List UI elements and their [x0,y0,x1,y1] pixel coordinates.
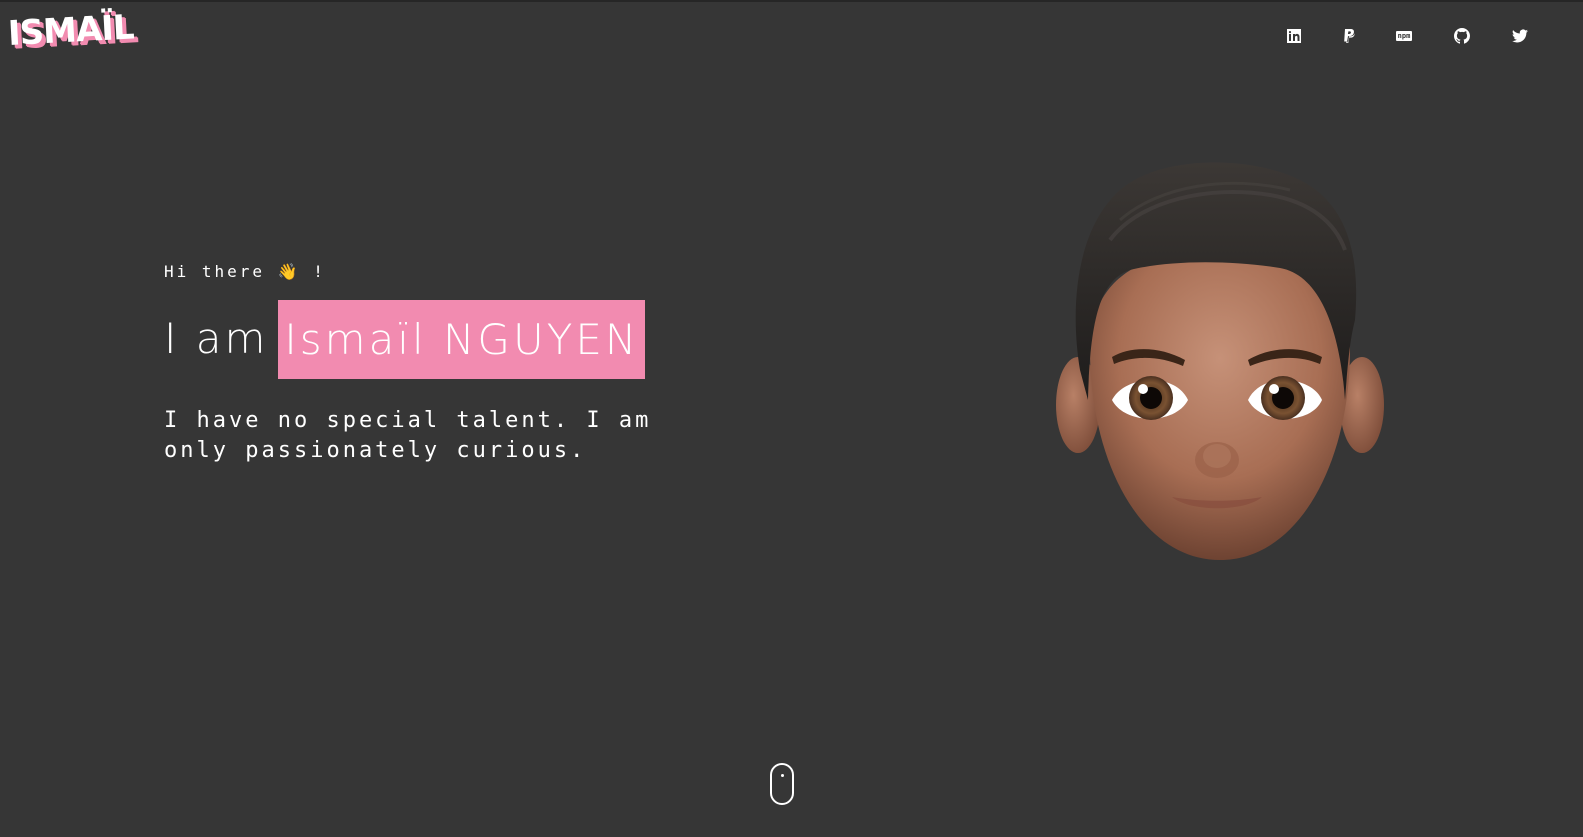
npm-icon: npm [1395,31,1413,41]
linkedin-link[interactable] [1280,22,1308,50]
top-border [0,0,1583,2]
bio-text: I have no special talent. I am only pass… [164,408,652,463]
scroll-down-indicator[interactable] [770,763,794,805]
twitter-link[interactable] [1506,22,1534,50]
github-icon [1454,28,1470,44]
intro-prefix: I am [164,314,269,363]
greeting-text: Hi there 👋 ! [164,262,326,281]
paypal-icon [1344,29,1355,43]
npm-link[interactable]: npm [1390,22,1418,50]
intro-heading: I am Ismaïl NGUYEN [164,299,646,379]
memoji-avatar [1056,162,1384,560]
scroll-wheel-dot [781,774,784,777]
paypal-link[interactable] [1335,22,1363,50]
name-highlight: Ismaïl NGUYEN [278,299,646,379]
github-link[interactable] [1448,22,1476,50]
linkedin-icon [1287,29,1301,43]
twitter-icon [1512,29,1528,43]
social-nav: npm [0,22,1583,50]
